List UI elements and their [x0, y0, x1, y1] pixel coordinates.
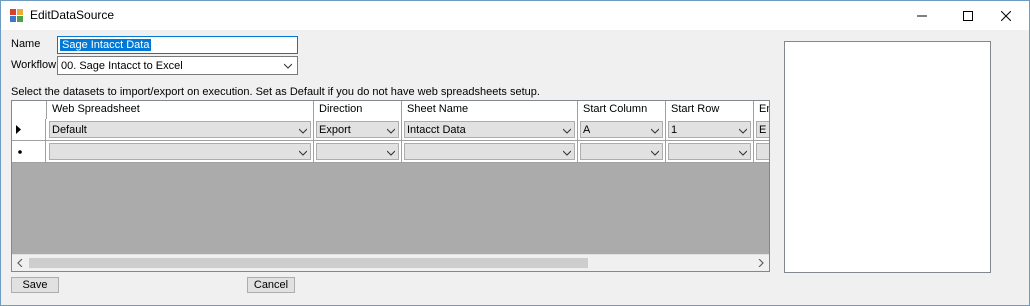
- row-header[interactable]: [12, 141, 46, 162]
- scroll-right-icon[interactable]: [757, 259, 765, 267]
- name-value: Sage Intacct Data: [60, 39, 152, 51]
- start-column-value: A: [583, 124, 591, 136]
- maximize-icon: [963, 10, 973, 21]
- edit-data-source-window: EditDataSource Name Sage Intacct Data Wo…: [0, 0, 1030, 306]
- workflow-label: Workflow: [11, 59, 57, 71]
- row-header[interactable]: [12, 119, 46, 140]
- horizontal-scrollbar[interactable]: [12, 254, 769, 271]
- close-button[interactable]: [983, 1, 1029, 30]
- start-row-cell[interactable]: [666, 141, 754, 162]
- scroll-left-icon[interactable]: [16, 259, 24, 267]
- column-header-direction[interactable]: Direction: [314, 101, 402, 119]
- datasets-grid[interactable]: Web Spreadsheet Direction Sheet Name Sta…: [11, 100, 770, 272]
- instructions-text: Select the datasets to import/export on …: [11, 86, 540, 98]
- end-cell[interactable]: [754, 141, 769, 162]
- app-icon: [10, 9, 23, 22]
- current-row-arrow-icon: [16, 125, 21, 134]
- direction-cell[interactable]: Export: [314, 119, 402, 140]
- name-field[interactable]: Sage Intacct Data: [57, 36, 298, 54]
- column-header-start-column[interactable]: Start Column: [578, 101, 666, 119]
- column-header-start-row[interactable]: Start Row: [666, 101, 754, 119]
- title-bar: EditDataSource: [1, 1, 1029, 30]
- sheet-name-cell[interactable]: Intacct Data: [402, 119, 578, 140]
- chevron-down-icon: [299, 150, 307, 156]
- start-column-cell[interactable]: A: [578, 119, 666, 140]
- chevron-down-icon: [651, 150, 659, 156]
- chevron-down-icon: [651, 128, 659, 134]
- end-cell[interactable]: E: [754, 119, 769, 140]
- workflow-dropdown[interactable]: 00. Sage Intacct to Excel: [57, 56, 298, 75]
- new-row-asterisk-icon: [18, 150, 22, 154]
- web-spreadsheet-cell[interactable]: [47, 141, 314, 162]
- name-label: Name: [11, 38, 41, 50]
- scrollbar-thumb[interactable]: [29, 258, 588, 268]
- start-row-value: 1: [671, 124, 678, 136]
- chevron-down-icon: [563, 128, 571, 134]
- save-button[interactable]: Save: [11, 277, 59, 293]
- window-title: EditDataSource: [30, 8, 115, 22]
- table-row[interactable]: Default Export Intacct Data A 1 E: [12, 119, 769, 141]
- chevron-down-icon: [563, 150, 571, 156]
- web-spreadsheet-value: Default: [52, 124, 87, 136]
- chevron-down-icon: [284, 63, 292, 69]
- grid-header: Web Spreadsheet Direction Sheet Name Sta…: [12, 101, 769, 119]
- new-table-row[interactable]: [12, 141, 769, 163]
- cancel-button[interactable]: Cancel: [247, 277, 295, 293]
- minimize-icon: [917, 15, 927, 16]
- column-header-end[interactable]: En: [754, 101, 769, 119]
- direction-cell[interactable]: [314, 141, 402, 162]
- close-icon: [1001, 10, 1011, 21]
- minimize-button[interactable]: [899, 1, 945, 30]
- chevron-down-icon: [739, 150, 747, 156]
- web-spreadsheet-cell[interactable]: Default: [47, 119, 314, 140]
- start-row-cell[interactable]: 1: [666, 119, 754, 140]
- chevron-down-icon: [739, 128, 747, 134]
- end-value: E: [759, 124, 767, 136]
- workflow-value: 00. Sage Intacct to Excel: [61, 60, 183, 72]
- preview-panel: [784, 41, 991, 273]
- column-header-sheet-name[interactable]: Sheet Name: [402, 101, 578, 119]
- column-header-web-spreadsheet[interactable]: Web Spreadsheet: [47, 101, 314, 119]
- chevron-down-icon: [299, 128, 307, 134]
- chevron-down-icon: [387, 128, 395, 134]
- start-column-cell[interactable]: [578, 141, 666, 162]
- row-header-corner: [12, 101, 47, 119]
- chevron-down-icon: [387, 150, 395, 156]
- sheet-name-cell[interactable]: [402, 141, 578, 162]
- sheet-name-value: Intacct Data: [407, 124, 466, 136]
- direction-value: Export: [319, 124, 351, 136]
